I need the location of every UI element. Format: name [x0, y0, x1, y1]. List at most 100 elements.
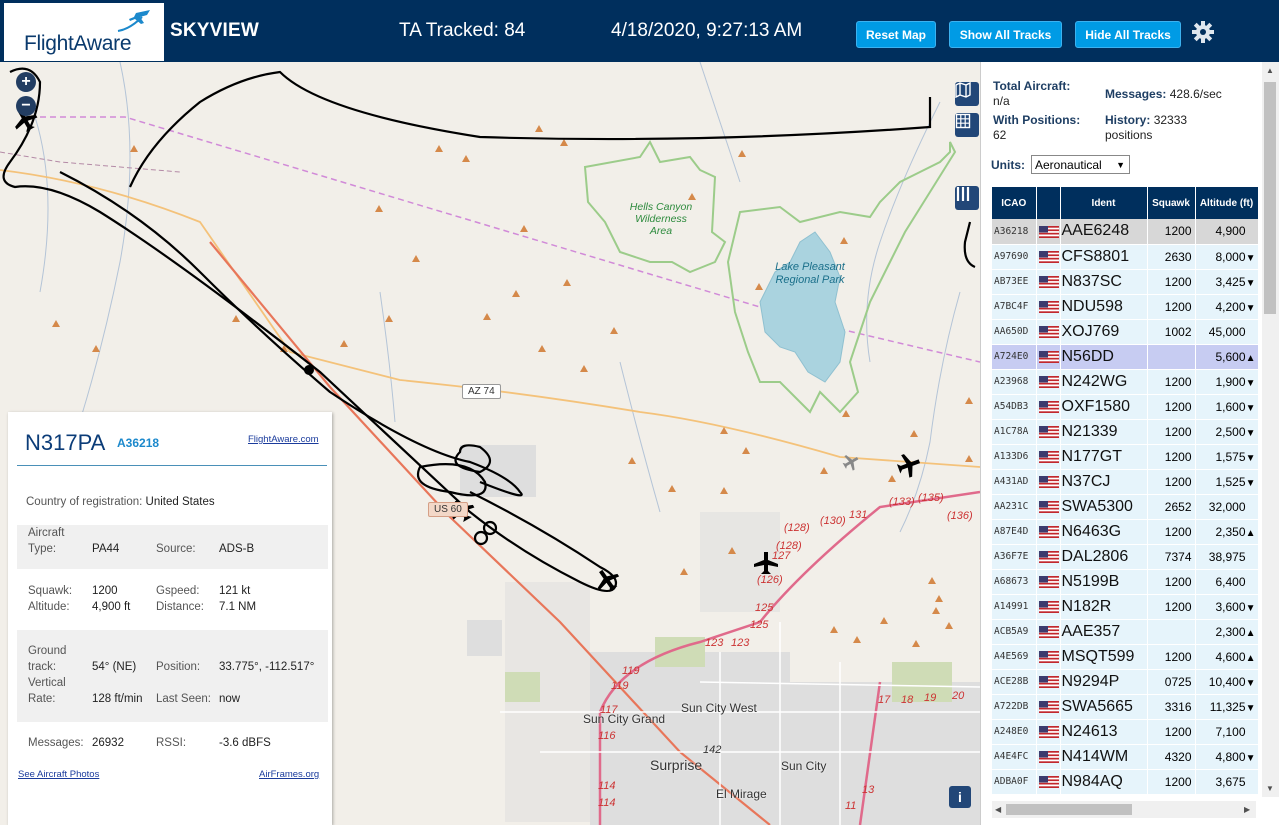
- aircraft-table-container[interactable]: ICAO Ident Squawk Altitude (ft) A36218 AA…: [992, 187, 1258, 799]
- row-altitude: 1,900▼: [1195, 369, 1258, 395]
- horizontal-scrollbar[interactable]: ◀ ▶: [992, 801, 1256, 818]
- row-ident: N21339: [1060, 419, 1148, 445]
- column-toggle-button[interactable]: [955, 186, 979, 210]
- aircraft-row[interactable]: A7BC4F NDU598 1200 4,200▼: [992, 294, 1258, 320]
- col-header-flag[interactable]: [1036, 187, 1061, 219]
- scroll-right-icon[interactable]: ▶: [1244, 805, 1250, 814]
- aircraft-row[interactable]: A4E4FC N414WM 4320 4,800▼: [992, 744, 1258, 770]
- aircraft-marker-inactive[interactable]: [840, 451, 862, 473]
- row-ident: MSQT599: [1060, 644, 1148, 670]
- aircraft-list-sidebar: Total Aircraft: n/a Messages: 428.6/sec …: [980, 62, 1279, 825]
- aircraft-row[interactable]: A54DB3 OXF1580 1200 1,600▼: [992, 394, 1258, 420]
- distance-label: Distance:: [156, 601, 204, 613]
- col-header-icao[interactable]: ICAO: [992, 187, 1037, 219]
- flightaware-logo[interactable]: FlightAware: [4, 3, 164, 61]
- aircraft-row[interactable]: A87E4D N6463G 1200 2,350▲: [992, 519, 1258, 545]
- grid-toggle-button[interactable]: [955, 113, 979, 137]
- aircraft-row[interactable]: A97690 CFS8801 2630 8,000▼: [992, 244, 1258, 270]
- row-squawk: 1200: [1147, 269, 1196, 295]
- info-button[interactable]: i: [949, 786, 971, 808]
- us-flag-icon: [1038, 626, 1059, 639]
- aircraft-row[interactable]: ADBA0F N984AQ 1200 3,675: [992, 769, 1258, 795]
- aircraft-row[interactable]: A36218 AAE6248 1200 4,900: [992, 219, 1258, 245]
- zoom-out-button[interactable]: −: [16, 96, 36, 116]
- row-altitude: 4,900: [1195, 219, 1258, 245]
- road-label: 142: [703, 744, 722, 756]
- row-icao: A724E0: [992, 344, 1037, 370]
- reset-map-button[interactable]: Reset Map: [856, 21, 936, 48]
- us-flag-icon: [1038, 351, 1059, 364]
- row-ident: N414WM: [1060, 744, 1148, 770]
- row-flag: [1036, 669, 1061, 695]
- settings-gear-icon[interactable]: [1191, 20, 1215, 44]
- us-flag-icon: [1038, 276, 1059, 289]
- flightaware-link[interactable]: FlightAware.com: [248, 434, 319, 445]
- show-all-tracks-button[interactable]: Show All Tracks: [949, 21, 1062, 48]
- aircraft-row[interactable]: A133D6 N177GT 1200 1,575▼: [992, 444, 1258, 470]
- aircraft-photos-link[interactable]: See Aircraft Photos: [18, 769, 99, 780]
- units-select[interactable]: Aeronautical ▼: [1031, 155, 1130, 174]
- scroll-up-icon[interactable]: ▲: [1266, 66, 1274, 75]
- row-altitude: 32,000: [1195, 494, 1258, 520]
- horizontal-scroll-thumb[interactable]: [1006, 804, 1132, 815]
- row-ident: AAE6248: [1060, 219, 1148, 245]
- vertical-scroll-thumb[interactable]: [1264, 82, 1276, 314]
- row-flag: [1036, 344, 1061, 370]
- airframes-link[interactable]: AirFrames.org: [259, 769, 319, 780]
- city-el-mirage: El Mirage: [716, 787, 767, 801]
- aircraft-row[interactable]: A4E569 MSQT599 1200 4,600▲: [992, 644, 1258, 670]
- row-flag: [1036, 719, 1061, 745]
- aircraft-row[interactable]: A23968 N242WG 1200 1,900▼: [992, 369, 1258, 395]
- row-altitude-value: 2,500: [1215, 424, 1246, 439]
- row-icao: A54DB3: [992, 394, 1037, 420]
- row-icao: ACE28B: [992, 669, 1037, 695]
- aircraft-row[interactable]: AB73EE N837SC 1200 3,425▼: [992, 269, 1258, 295]
- aircraft-row[interactable]: A14991 N182R 1200 3,600▼: [992, 594, 1258, 620]
- aircraft-row[interactable]: A68673 N5199B 1200 6,400: [992, 569, 1258, 595]
- road-label: 119: [622, 665, 640, 677]
- aircraft-row[interactable]: ACE28B N9294P 0725 10,400▼: [992, 669, 1258, 695]
- us60-shield: US 60: [428, 502, 468, 517]
- row-altitude-value: 3,425: [1215, 274, 1246, 289]
- scroll-left-icon[interactable]: ◀: [995, 805, 1001, 814]
- map-layers-button[interactable]: [955, 82, 979, 106]
- aircraft-row[interactable]: A724E0 N56DD 5,600▲: [992, 344, 1258, 370]
- hide-all-tracks-button[interactable]: Hide All Tracks: [1075, 21, 1181, 48]
- scroll-down-icon[interactable]: ▼: [1266, 784, 1274, 793]
- us-flag-icon: [1038, 326, 1059, 339]
- vertical-scrollbar[interactable]: ▲ ▼: [1262, 62, 1279, 797]
- aircraft-row[interactable]: A431AD N37CJ 1200 1,525▼: [992, 469, 1258, 495]
- vertical-label: Vertical: [28, 677, 66, 689]
- aircraft-row[interactable]: A248E0 N24613 1200 7,100: [992, 719, 1258, 745]
- row-altitude-value: 4,800: [1215, 749, 1246, 764]
- total-aircraft-value: n/a: [993, 94, 1010, 108]
- row-squawk: 1200: [1147, 469, 1196, 495]
- road-label: (130): [820, 515, 846, 527]
- row-squawk: [1147, 619, 1196, 645]
- aircraft-marker[interactable]: [895, 450, 924, 480]
- aircraft-row[interactable]: A36F7E DAL2806 7374 38,975: [992, 544, 1258, 570]
- info-band: [17, 630, 328, 722]
- columns-icon: [956, 187, 970, 201]
- aircraft-row[interactable]: AA650D XOJ769 1002 45,000: [992, 319, 1258, 345]
- aircraft-row[interactable]: A1C78A N21339 1200 2,500▼: [992, 419, 1258, 445]
- clock-datetime: 4/18/2020, 9:27:13 AM: [611, 20, 803, 41]
- aircraft-row[interactable]: AA231C SWA5300 2652 32,000: [992, 494, 1258, 520]
- altitude-value: 4,900 ft: [92, 601, 131, 613]
- aircraft-row[interactable]: ACB5A9 AAE357 2,300▲: [992, 619, 1258, 645]
- row-flag: [1036, 269, 1061, 295]
- row-ident: N182R: [1060, 594, 1148, 620]
- row-flag: [1036, 544, 1061, 570]
- us-flag-icon: [1038, 701, 1059, 714]
- zoom-in-button[interactable]: +: [16, 72, 36, 92]
- divider: [17, 465, 327, 466]
- row-ident: AAE357: [1060, 619, 1148, 645]
- col-header-altitude[interactable]: Altitude (ft): [1195, 187, 1258, 219]
- aircraft-row[interactable]: A722DB SWA5665 3316 11,325▼: [992, 694, 1258, 720]
- road-label: (135): [918, 492, 944, 504]
- row-flag: [1036, 219, 1061, 245]
- col-header-squawk[interactable]: Squawk: [1147, 187, 1196, 219]
- col-header-ident[interactable]: Ident: [1060, 187, 1148, 219]
- aircraft-info-panel: N317PA A36218 FlightAware.com Country of…: [8, 412, 332, 825]
- source-label: Source:: [156, 543, 196, 555]
